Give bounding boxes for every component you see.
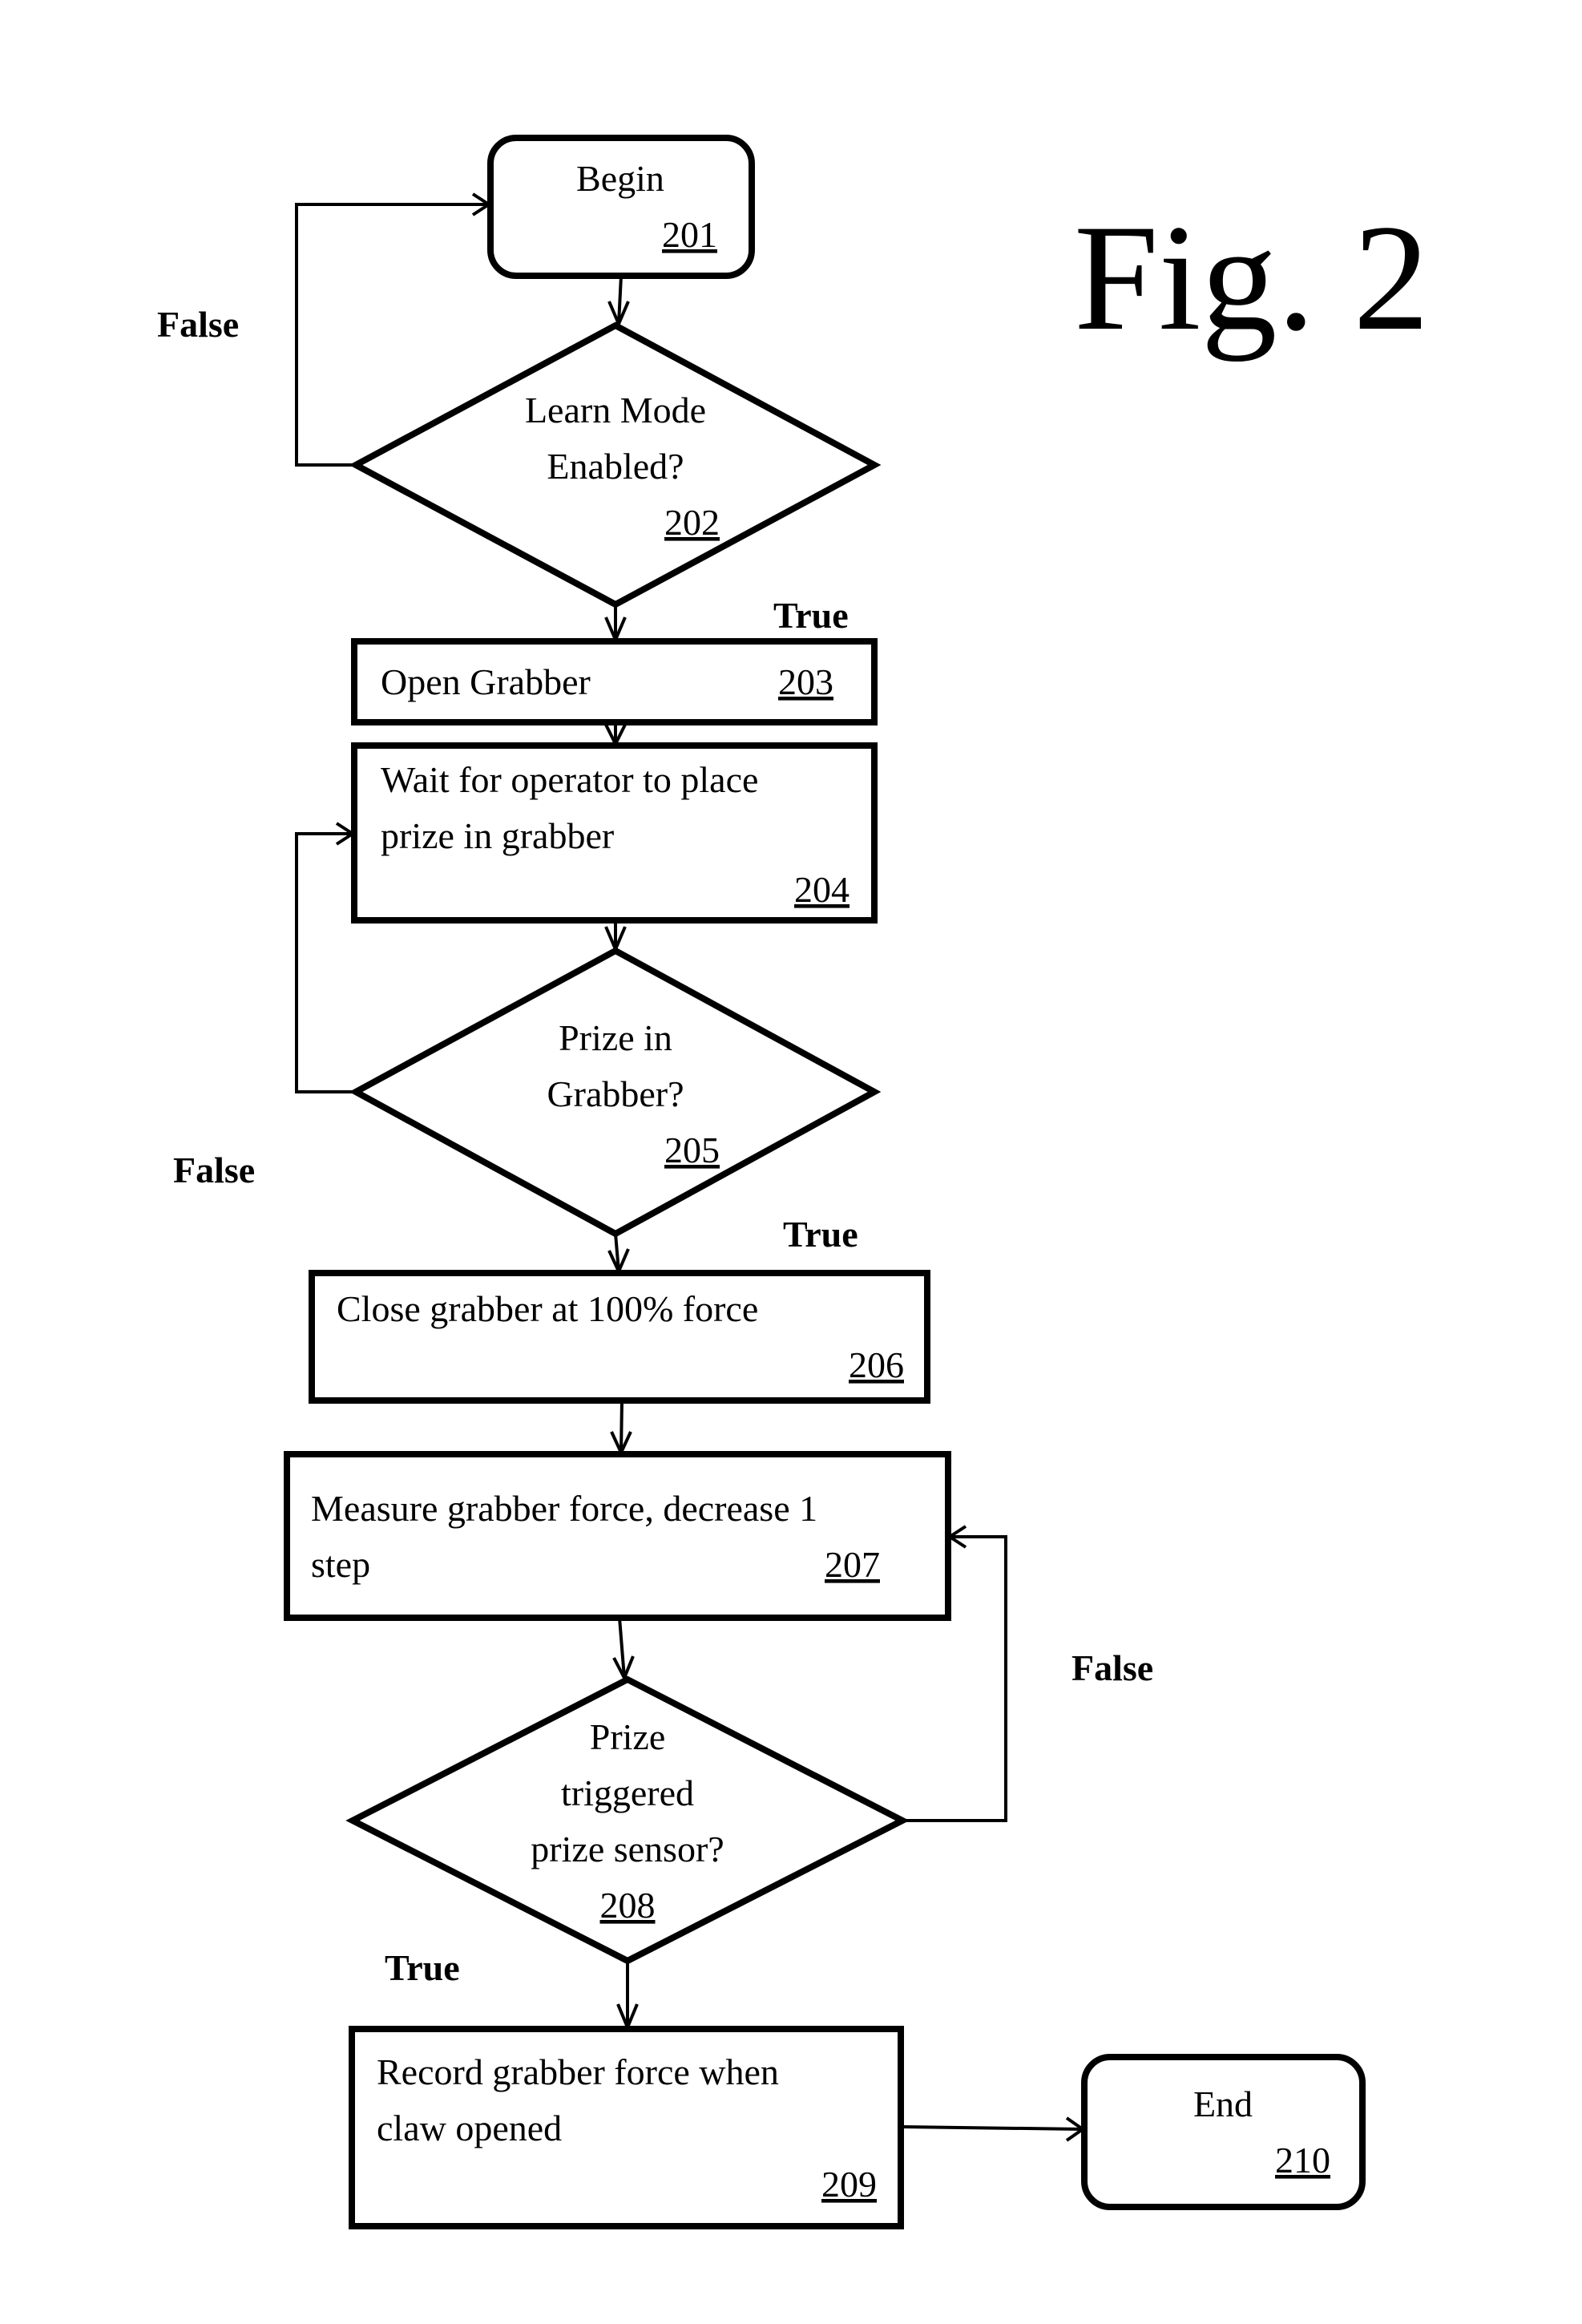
node-ref: 210 (1275, 2140, 1330, 2181)
node-close-grabber: Close grabber at 100% force 206 (309, 1270, 930, 1404)
figure-label: Fig. 2 (1074, 194, 1429, 362)
node-ref: 207 (825, 1544, 880, 1585)
node-label: Begin (576, 158, 664, 199)
node-measure-grabber-force: Measure grabber force, decrease 1 step 2… (284, 1451, 951, 1621)
node-label-line-1: Learn Mode (525, 390, 706, 430)
node-label-line-1: Prize in (559, 1017, 672, 1058)
node-label-line-2: claw opened (377, 2108, 562, 2148)
connector-203-204 (604, 722, 627, 748)
node-ref: 203 (778, 661, 833, 702)
node-prize-sensor-decision: Prize triggered prize sensor? 208 (345, 1675, 910, 1965)
node-ref: 201 (662, 214, 717, 255)
node-label-line-1: Prize (590, 1716, 666, 1757)
node-ref: 204 (794, 869, 850, 910)
edge-label-true-205: True (783, 1214, 858, 1255)
connector-209-210 (900, 2116, 1086, 2142)
edge-label-true-208: True (385, 1947, 460, 1988)
node-ref: 202 (664, 502, 720, 543)
node-label: End (1193, 2084, 1253, 2124)
node-learn-mode-decision: Learn Mode Enabled? 202 (349, 321, 882, 608)
node-label-line-3: prize sensor? (531, 1829, 724, 1869)
flowchart: Fig. 2 False True False True False True … (157, 135, 1429, 2229)
edge-label-true-202: True (773, 595, 849, 636)
terminal-shape (1081, 2054, 1366, 2210)
connector-205-204-false (295, 822, 356, 1093)
connector-207-208 (612, 1617, 635, 1682)
node-label-line-2: Enabled? (547, 446, 684, 487)
node-ref: 208 (600, 1885, 656, 1926)
node-ref: 205 (664, 1130, 720, 1170)
connector-206-207 (610, 1400, 632, 1457)
node-label-line-1: Record grabber force when (377, 2051, 779, 2092)
node-label: Open Grabber (381, 661, 591, 702)
node-ref: 206 (849, 1344, 904, 1385)
process-shape (284, 1451, 951, 1621)
connector-204-205 (604, 920, 627, 954)
node-end: End 210 (1081, 2054, 1366, 2210)
edge-label-false-205: False (173, 1150, 255, 1190)
node-label-line-2: step (311, 1544, 370, 1585)
edge-label-false-208: False (1071, 1647, 1153, 1688)
node-label-line-1: Measure grabber force, decrease 1 (311, 1488, 817, 1529)
node-label: Close grabber at 100% force (337, 1288, 758, 1329)
connector-202-203-true (604, 604, 627, 645)
connector-201-202 (607, 275, 630, 329)
node-prize-in-grabber-decision: Prize in Grabber? 205 (349, 947, 882, 1238)
node-label-line-1: Wait for operator to place (381, 759, 758, 800)
edge-label-false-202: False (157, 304, 239, 345)
node-open-grabber: Open Grabber 203 (351, 638, 878, 725)
node-label-line-2: Grabber? (547, 1073, 684, 1114)
node-label-line-2: prize in grabber (381, 815, 614, 856)
node-wait-for-operator: Wait for operator to place prize in grab… (351, 742, 878, 924)
node-begin: Begin 201 (487, 135, 755, 279)
connector-208-209-true (616, 1961, 639, 2032)
node-ref: 209 (821, 2164, 877, 2205)
node-record-grabber-force: Record grabber force when claw opened 20… (349, 2026, 904, 2229)
connector-205-206-true (607, 1233, 630, 1275)
node-label-line-2: triggered (561, 1772, 694, 1813)
